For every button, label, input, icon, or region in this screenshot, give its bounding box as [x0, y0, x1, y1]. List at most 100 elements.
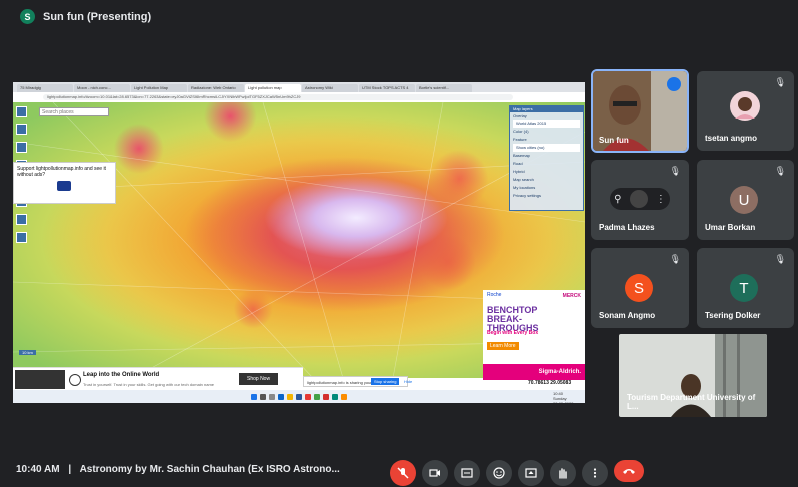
browser-tab: Light Pollution Map	[131, 84, 187, 92]
pdf-icon[interactable]	[323, 393, 329, 400]
overlay-select[interactable]: World Atlas 2015	[513, 120, 580, 128]
shared-screen: 75 Miradgig Moon - nich.conc... Light Po…	[13, 82, 585, 403]
participant-tile[interactable]: Sun fun	[591, 69, 689, 153]
color-label: Color (4)	[513, 129, 529, 134]
support-text: Support lightpollutionmap.info and see i…	[17, 166, 106, 178]
clock-date: 22-05-2022	[553, 401, 573, 403]
mic-off-icon: 🎙	[669, 166, 681, 176]
raise-hand-button[interactable]	[550, 460, 576, 486]
windows-taskbar	[13, 390, 585, 403]
participant-tile[interactable]: 🎙 ⚲ ⋮ Padma Lhazes	[591, 160, 689, 240]
browser-tabbar: 75 Miradgig Moon - nich.conc... Light Po…	[13, 82, 585, 92]
tile-hover-controls[interactable]: ⚲ ⋮	[610, 188, 670, 210]
basemap-hybrid[interactable]: Hybrid	[510, 168, 583, 176]
panel-privacy[interactable]: Privacy settings	[510, 192, 583, 200]
participant-avatar: T	[730, 274, 758, 302]
merck-ad[interactable]: MERCK Roche BENCHTOP BREAK- THROUGHS Beg…	[483, 290, 585, 380]
mic-off-icon: 🎙	[774, 254, 786, 264]
present-screen-icon	[525, 468, 537, 478]
captions-button[interactable]	[454, 460, 480, 486]
ad-learn-more-button[interactable]: Learn More	[487, 342, 519, 350]
ad-subtitle: Begin with Every Box	[487, 330, 539, 336]
map-controls[interactable]	[16, 105, 38, 243]
hand-icon	[559, 468, 567, 479]
basemap-road[interactable]: Road	[510, 160, 583, 168]
participant-name: Tourism Department University of L...	[627, 393, 756, 411]
windows-start-icon[interactable]	[251, 393, 257, 400]
support-popup: Support lightpollutionmap.info and see i…	[13, 162, 116, 204]
pin-icon[interactable]: ⚲	[614, 194, 621, 205]
camera-toggle-button[interactable]	[422, 460, 448, 486]
meeting-info: 10:40 AM | Astronomy by Mr. Sachin Chauh…	[16, 464, 340, 475]
participant-tile[interactable]: Tourism Department University of L...	[619, 334, 767, 417]
map-search-input[interactable]: Search places	[39, 107, 109, 116]
ad-footer: Sigma-Aldrich.	[483, 364, 585, 380]
tools-icon[interactable]	[16, 232, 27, 243]
participant-tile[interactable]: 🎙 S Sonam Angmo	[591, 248, 689, 328]
bottom-ad-title: Leap into the Online World	[83, 372, 160, 378]
edge-icon[interactable]	[278, 393, 284, 400]
paypal-icon[interactable]	[57, 181, 71, 191]
browser-url: lightpollutionmap.info/#zoom=10.01&lat=2…	[43, 94, 513, 100]
zoom-out-icon[interactable]	[16, 124, 27, 135]
mic-off-icon: 🎙	[669, 254, 681, 264]
overlay-label: Overlay	[513, 113, 527, 118]
camera-icon	[429, 469, 440, 477]
separator: |	[68, 464, 72, 475]
chrome-icon[interactable]	[305, 393, 311, 400]
browser-tab: Radiazione: Web Ontario	[188, 84, 244, 92]
hide-button[interactable]: Hide	[404, 379, 412, 384]
panel-my-locations[interactable]: My locations	[510, 184, 583, 192]
captions-icon	[461, 468, 473, 478]
participant-name: Umar Borkan	[705, 223, 756, 232]
bottom-ad-subtitle: Trust in yourself. Trust in your skills.…	[83, 382, 215, 387]
bottom-ad-banner[interactable]: Leap into the Online World Trust in your…	[13, 367, 303, 391]
mic-toggle-button[interactable]	[390, 460, 416, 486]
present-button[interactable]	[518, 460, 544, 486]
help-icon[interactable]	[16, 214, 27, 225]
speaking-icon	[667, 77, 681, 91]
map-coordinates: 70.78613 29.05083	[528, 380, 572, 386]
presenter-chip: S Sun fun (Presenting)	[20, 9, 151, 24]
leave-call-button[interactable]	[614, 460, 644, 482]
app-icon[interactable]	[341, 393, 347, 400]
map-layers-panel[interactable]: Map layers Overlay World Atlas 2015 Colo…	[509, 105, 584, 211]
current-time: 10:40 AM	[16, 464, 60, 475]
zoom-in-icon[interactable]	[16, 106, 27, 117]
search-icon[interactable]	[260, 393, 266, 400]
bottom-ad-image	[15, 370, 65, 389]
layers-icon[interactable]	[16, 142, 27, 153]
participant-avatar: S	[625, 274, 653, 302]
participant-name: Tsering Dolker	[705, 311, 761, 320]
more-options-icon[interactable]: ⋮	[656, 194, 666, 205]
explorer-icon[interactable]	[287, 393, 293, 400]
participant-tile[interactable]: 🎙 U Umar Borkan	[697, 160, 794, 240]
more-options-button[interactable]	[582, 460, 608, 486]
mic-off-icon	[397, 467, 409, 479]
feature-select[interactable]: Show cities (no)	[513, 144, 580, 152]
hang-up-icon	[623, 469, 635, 474]
excel-icon[interactable]	[314, 393, 320, 400]
browser-tab: Bortle's scientif...	[416, 84, 472, 92]
participant-avatar: U	[730, 186, 758, 214]
word-icon[interactable]	[296, 393, 302, 400]
meet-icon[interactable]	[332, 393, 338, 400]
participant-avatar	[629, 190, 648, 208]
presenter-label: Sun fun (Presenting)	[43, 10, 152, 23]
bottom-ad-logo-icon	[69, 374, 81, 386]
participant-tile[interactable]: 🎙 T Tsering Dolker	[697, 248, 794, 328]
participant-name: Padma Lhazes	[599, 223, 655, 232]
browser-tab: 75 Miradgig	[17, 84, 73, 92]
stop-sharing-button[interactable]: Stop sharing	[371, 378, 400, 385]
mic-off-icon: 🎙	[774, 166, 786, 176]
browser-tab-active: Light pollution map	[245, 84, 301, 92]
map-scale: 10 km	[19, 350, 36, 355]
reactions-button[interactable]	[486, 460, 512, 486]
bottom-ad-shop-button[interactable]: Shop Now	[239, 373, 279, 385]
participant-tile[interactable]: 🎙 tsetan angmo	[697, 71, 794, 151]
panel-map-search[interactable]: Map search	[510, 176, 583, 184]
taskview-icon[interactable]	[269, 393, 275, 400]
browser-tab: Moon - nich.conc...	[74, 84, 130, 92]
mic-off-icon: 🎙	[774, 77, 786, 87]
participant-avatar	[730, 91, 760, 121]
